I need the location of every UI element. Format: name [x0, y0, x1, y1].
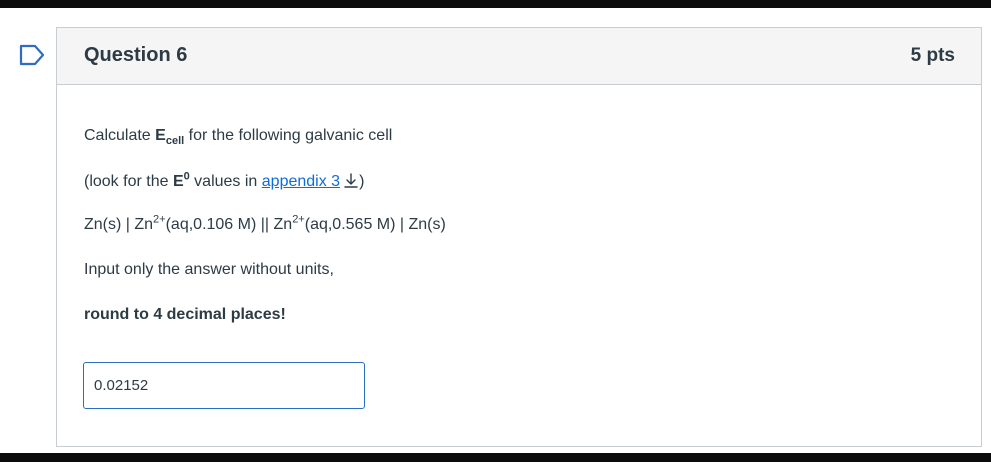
cell-charge-2: 2+: [292, 213, 305, 226]
appendix-link[interactable]: appendix 3: [262, 173, 340, 190]
bottom-frame-bar: [0, 453, 991, 462]
question-header: Question 6 5 pts: [57, 28, 981, 85]
cell-notation-line: Zn(s) | Zn2+(aq,0.106 M) || Zn2+(aq,0.56…: [84, 213, 446, 234]
prompt-suffix: for the following galvanic cell: [184, 127, 393, 144]
hint-middle: values in: [189, 173, 262, 190]
question-body: Calculate Ecell for the following galvan…: [57, 85, 981, 447]
hint-e-symbol: E: [172, 173, 184, 190]
rounding-instruction: round to 4 decimal places!: [84, 306, 286, 323]
hint-line: (look for the E0 values in appendix 3 ): [84, 171, 365, 191]
question-title: Question 6: [84, 44, 188, 66]
prompt-prefix: Calculate: [84, 127, 156, 144]
prompt-e-subscript: cell: [165, 135, 185, 148]
instruction-text: Input only the answer without units,: [84, 261, 334, 278]
prompt-e-symbol: E: [155, 127, 166, 144]
question-points: 5 pts: [910, 45, 955, 66]
cell-charge-1: 2+: [153, 213, 166, 226]
prompt-line: Calculate Ecell for the following galvan…: [84, 127, 393, 148]
hint-suffix: ): [359, 173, 365, 190]
download-icon[interactable]: [343, 172, 359, 189]
cell-part-3: (aq,0.565 M) | Zn(s): [304, 216, 446, 233]
question-card: Question 6 5 pts Calculate Ecell for the…: [56, 27, 982, 447]
cell-part-2: (aq,0.106 M) || Zn: [165, 216, 293, 233]
cell-part-1: Zn(s) | Zn: [84, 216, 154, 233]
hint-prefix: (look for the: [84, 173, 173, 190]
bookmark-flag-icon[interactable]: [19, 44, 45, 66]
answer-input[interactable]: [83, 362, 365, 409]
top-frame-bar: [0, 0, 991, 8]
